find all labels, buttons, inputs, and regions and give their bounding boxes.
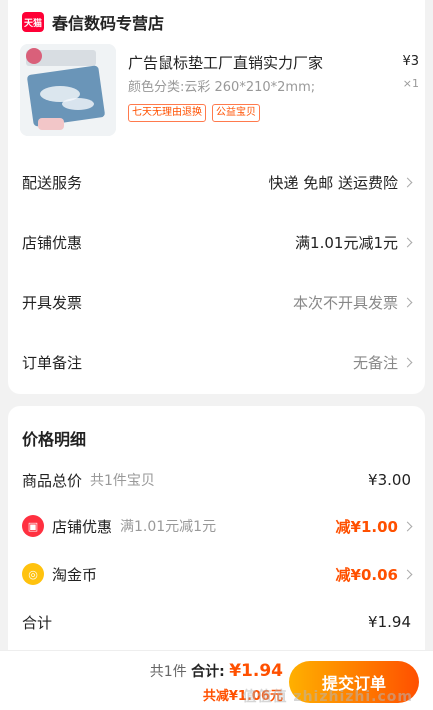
chevron-right-icon [402,237,413,247]
item-count: 共1件 [149,664,187,680]
store-name[interactable]: 春信数码专营店 [52,10,164,34]
total-value: ¥1.94 [368,613,411,631]
product-image[interactable] [20,44,116,136]
goods-count: 共1件宝贝 [90,473,155,489]
tag-return: 七天无理由退换 [128,104,206,122]
tmall-icon: 天猫 [22,12,44,32]
chevron-right-icon [402,521,413,531]
product-tags: 七天无理由退换 公益宝贝 [128,104,260,122]
product-title[interactable]: 广告鼠标垫工厂直销实力厂家 [128,52,378,73]
watermark: 值值值 zhizhizhi.com [242,689,413,705]
shop-discount-detail-label: 店铺优惠 [52,517,113,536]
chevron-right-icon [402,177,413,187]
total-label: 合计 [22,613,53,632]
shop-discount-value: 满1.01元减1元 [295,233,398,252]
goods-total-row: 商品总价 共1件宝贝 ¥3.00 [22,468,411,492]
chevron-right-icon [402,297,413,307]
invoice-value: 本次不开具发票 [292,293,398,312]
coin-icon: ◎ [22,563,44,585]
shop-discount-row[interactable]: 店铺优惠 满1.01元减1元 [22,230,413,254]
note-row[interactable]: 订单备注 无备注 [22,350,413,374]
shop-discount-label: 店铺优惠 [22,233,83,252]
checkout-total-label: 合计: [191,664,225,680]
price-detail-title: 价格明细 [22,430,87,449]
chevron-right-icon [402,357,413,367]
chevron-right-icon [402,569,413,579]
goods-total-label: 商品总价 [22,471,83,490]
tag-charity: 公益宝贝 [212,104,260,122]
note-value: 无备注 [352,353,398,372]
total-row: 合计 ¥1.94 [22,610,411,634]
checkout-total-value: ¥1.94 [229,661,283,681]
product-spec: 颜色分类:云彩 260*210*2mm; [128,80,316,95]
product-quantity: ×1 [402,77,419,90]
order-card: 天猫 春信数码专营店 广告鼠标垫工厂直销实力厂家 ¥3 颜色分类:云彩 260*… [8,0,425,394]
mousepad-thumbnail [20,44,116,136]
store-header[interactable]: 天猫 春信数码专营店 [22,10,164,34]
shop-discount-detail-sub: 满1.01元减1元 [120,519,217,535]
note-label: 订单备注 [22,353,83,372]
invoice-row[interactable]: 开具发票 本次不开具发票 [22,290,413,314]
shop-discount-detail-value: 减¥1.00 [335,517,398,536]
invoice-label: 开具发票 [22,293,83,312]
delivery-value: 快递 免邮 送运费险 [268,173,398,192]
shop-icon: ▣ [22,515,44,537]
price-detail-card: 价格明细 商品总价 共1件宝贝 ¥3.00 ▣ 店铺优惠 满1.01元减1元 减¥… [8,406,425,666]
taojinbi-label: 淘金币 [52,565,98,584]
taojinbi-value: 减¥0.06 [335,565,398,584]
goods-total-value: ¥3.00 [368,471,411,489]
shop-discount-detail-row[interactable]: ▣ 店铺优惠 满1.01元减1元 减¥1.00 [22,514,413,538]
delivery-row[interactable]: 配送服务 快递 免邮 送运费险 [22,170,413,194]
product-price: ¥3 [402,54,419,69]
delivery-label: 配送服务 [22,173,83,192]
taojinbi-row[interactable]: ◎ 淘金币 减¥0.06 [22,562,413,586]
